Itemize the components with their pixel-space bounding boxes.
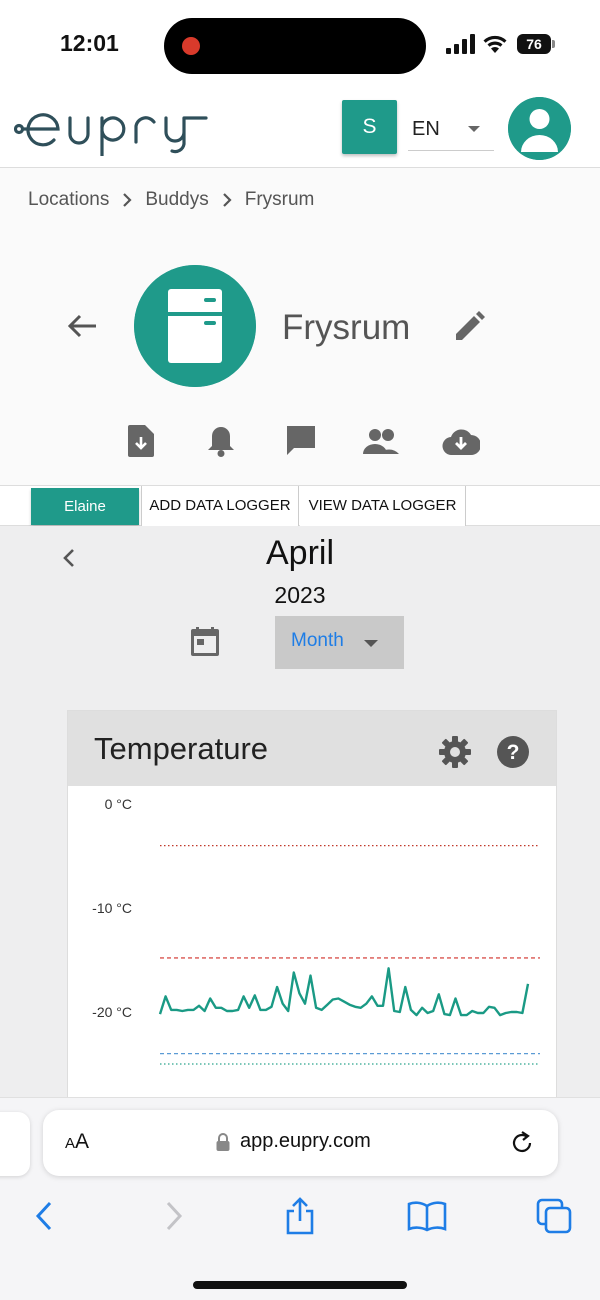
y-tick-label: -10 °C: [92, 900, 132, 916]
fridge-icon: [134, 265, 256, 387]
status-time: 12:01: [60, 30, 119, 56]
browser-nav-row: [0, 1194, 600, 1238]
eupry-logo[interactable]: [14, 96, 214, 156]
location-actions: [120, 420, 490, 464]
cloud-download-icon[interactable]: [440, 420, 482, 462]
caret-down-icon: [468, 126, 480, 132]
breadcrumb-frysrum: Frysrum: [244, 189, 315, 210]
chevron-right-icon: [209, 190, 245, 210]
temperature-card-header: Temperature ?: [68, 711, 556, 786]
tabs-icon[interactable]: [532, 1194, 576, 1238]
gear-icon[interactable]: [438, 735, 472, 769]
chevron-left-icon[interactable]: [58, 546, 82, 570]
help-icon[interactable]: ?: [496, 735, 530, 769]
temperature-series-line: [158, 967, 530, 1017]
url-text: app.eupry.com: [240, 1130, 371, 1152]
breadcrumb-locations[interactable]: Locations: [28, 189, 109, 211]
bookmarks-icon[interactable]: [405, 1194, 449, 1238]
temperature-card-title: Temperature: [94, 731, 269, 766]
month-title: April: [265, 534, 335, 572]
language-value: EN: [412, 118, 440, 140]
logger-tabs: Elaine ADD DATA LOGGER VIEW DATA LOGGER: [0, 485, 600, 526]
previous-tab-preview[interactable]: [0, 1112, 30, 1176]
breadcrumb: Locations Buddys Frysrum: [28, 186, 314, 214]
home-indicator: [193, 1281, 407, 1289]
back-icon[interactable]: [22, 1194, 66, 1238]
svg-text:?: ?: [507, 741, 520, 764]
browser-toolbar: AA app.eupry.com: [0, 1097, 600, 1300]
tab-view-data-logger[interactable]: VIEW DATA LOGGER: [300, 486, 466, 526]
people-icon[interactable]: [360, 420, 402, 462]
breadcrumb-buddys[interactable]: Buddys: [145, 189, 208, 211]
wifi-icon: [483, 35, 507, 53]
reader-settings-button[interactable]: AA: [65, 1130, 89, 1154]
app-header: S EN: [0, 90, 600, 168]
bell-icon[interactable]: [200, 420, 242, 462]
reload-icon[interactable]: [509, 1130, 535, 1156]
temperature-card: Temperature ? 0 °C -10 °C -20 °C: [67, 710, 557, 1110]
comment-icon[interactable]: [280, 420, 322, 462]
period-value: Month: [291, 630, 344, 651]
dynamic-island: [164, 18, 426, 74]
back-arrow-icon[interactable]: [64, 310, 100, 342]
document-download-icon[interactable]: [120, 420, 162, 462]
battery-level: 76: [517, 34, 551, 54]
y-tick-label: -20 °C: [92, 1004, 132, 1020]
battery-icon: 76: [517, 34, 555, 54]
forward-icon[interactable]: [152, 1194, 196, 1238]
user-avatar[interactable]: [508, 97, 571, 160]
temperature-chart: 0 °C -10 °C -20 °C: [92, 796, 540, 1065]
period-select[interactable]: Month: [275, 616, 404, 669]
lock-icon: [216, 1133, 230, 1151]
dashboard-area: April 2023 Month Temperature ? 0 °C -10 …: [0, 526, 600, 1110]
language-select[interactable]: EN: [408, 104, 494, 151]
recording-dot-icon: [182, 37, 200, 55]
chevron-right-icon: [109, 190, 145, 210]
caret-down-icon: [364, 640, 378, 647]
tab-elaine[interactable]: Elaine: [31, 488, 139, 525]
edit-pencil-icon[interactable]: [452, 310, 486, 344]
tab-add-data-logger[interactable]: ADD DATA LOGGER: [141, 486, 299, 526]
status-bar: 12:01 76: [0, 0, 600, 90]
user-initial-button[interactable]: S: [342, 100, 397, 154]
share-icon[interactable]: [278, 1194, 322, 1238]
year-label: 2023: [274, 582, 326, 608]
y-tick-label: 0 °C: [105, 796, 132, 812]
address-bar[interactable]: AA app.eupry.com: [43, 1110, 558, 1176]
cellular-signal-icon: [446, 34, 475, 54]
location-title: Frysrum: [282, 308, 411, 347]
calendar-icon[interactable]: [188, 624, 222, 658]
